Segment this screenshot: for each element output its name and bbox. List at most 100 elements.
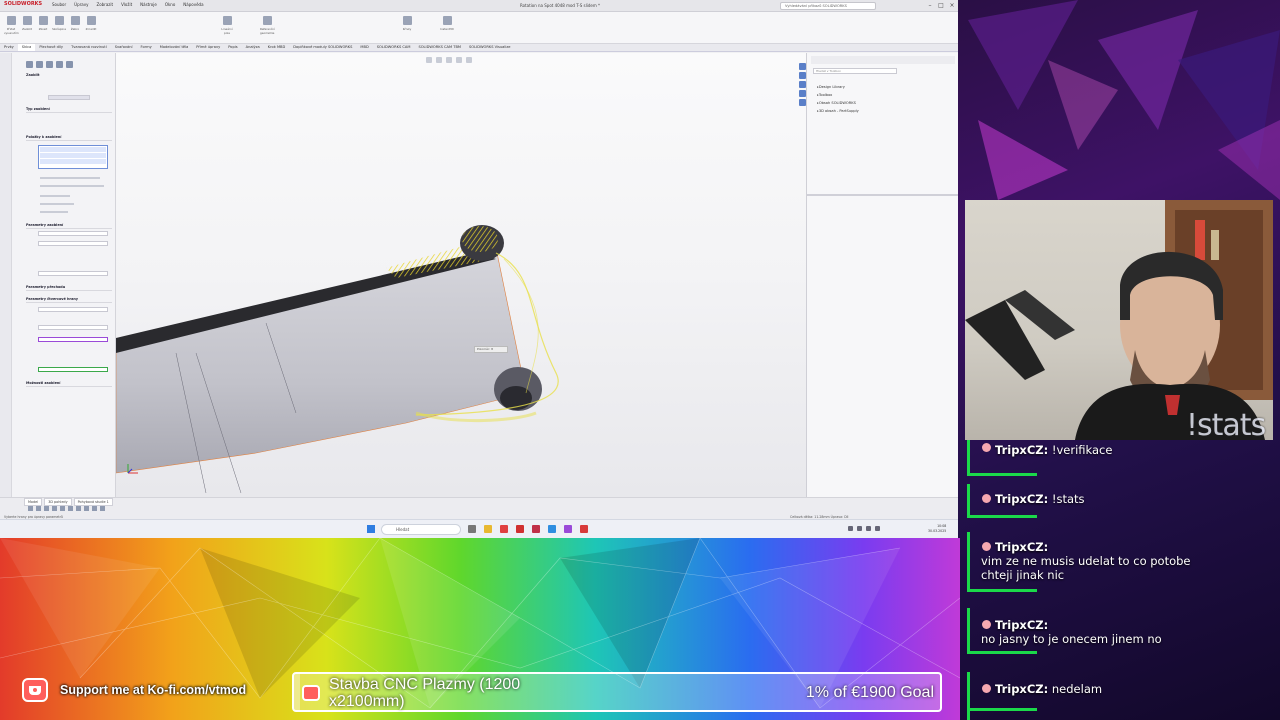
app-icon[interactable] — [532, 525, 540, 533]
tab[interactable]: SOLIDWORKS CAM — [373, 44, 415, 51]
tab[interactable]: Formy — [137, 44, 156, 51]
ribbon-button[interactable]: Křivky — [400, 15, 414, 37]
tool-icon[interactable] — [100, 506, 105, 511]
kofi-banner[interactable]: Support me at Ko-fi.com/vtmod — [22, 678, 246, 702]
menu-item[interactable]: Nápověda — [183, 2, 203, 7]
radius-callout[interactable]: Poloměr: 8 — [474, 346, 508, 353]
tab-3d-views[interactable]: 3D pohledy — [44, 498, 72, 506]
tree-item[interactable]: Toolbox — [817, 91, 859, 99]
file-explorer-icon[interactable] — [484, 525, 492, 533]
menu-item[interactable]: Okno — [165, 2, 175, 7]
property-manager-icon[interactable] — [36, 61, 43, 68]
clock[interactable]: 10:08 30.03.2025 — [928, 524, 946, 534]
tab[interactable]: Svařování — [111, 44, 137, 51]
tab[interactable]: Prvky — [0, 44, 18, 51]
ribbon-button[interactable]: Zaoblit — [20, 15, 34, 37]
tab[interactable]: Skica — [17, 44, 36, 51]
chat-username[interactable]: TripxCZ: — [981, 618, 1277, 632]
tab-model[interactable]: Model — [24, 498, 43, 506]
tool-icon[interactable] — [68, 506, 73, 511]
ribbon-button[interactable]: Přidat vysunutím — [4, 15, 19, 37]
battery-icon[interactable] — [875, 526, 880, 531]
tab[interactable]: SOLIDWORKS CAM TBM — [414, 44, 465, 51]
command-search-input[interactable]: Vyhledávání příkazů SOLIDWORKS — [780, 2, 876, 10]
param-field[interactable] — [38, 271, 108, 276]
section-square-edge[interactable]: Parametry čtvercové hrany — [26, 297, 112, 303]
appearances-icon[interactable] — [799, 90, 806, 97]
chat-username[interactable]: TripxCZ: — [981, 492, 1048, 506]
tab[interactable]: Modelování těla — [156, 44, 193, 51]
menu-item[interactable]: Úpravy — [74, 2, 88, 7]
tool-icon[interactable] — [92, 506, 97, 511]
tab[interactable]: Krok MBD — [264, 44, 290, 51]
network-icon[interactable] — [857, 526, 862, 531]
feature-tree-icon[interactable] — [26, 61, 33, 68]
display-manager-icon[interactable] — [66, 61, 73, 68]
resources-icon[interactable] — [799, 63, 806, 70]
tab[interactable]: Doplňkové moduly SOLIDWORKS — [289, 44, 356, 51]
tree-item[interactable]: Obsah SOLIDWORKS — [817, 99, 859, 107]
section-fillet-params[interactable]: Parametry zaoblení — [26, 223, 112, 229]
menu-item[interactable]: Vložit — [121, 2, 132, 7]
solidworks-icon[interactable] — [516, 525, 524, 533]
file-explorer-icon[interactable] — [799, 81, 806, 88]
browser-icon[interactable] — [548, 525, 556, 533]
tab[interactable]: Tvarovaná rozvinutí — [67, 44, 111, 51]
ribbon-button[interactable]: Lineární pole — [220, 15, 234, 37]
param-field[interactable] — [38, 307, 108, 312]
start-icon[interactable] — [367, 525, 375, 533]
toolbox-search-input[interactable]: Hledat v Toolbox — [813, 68, 897, 74]
tool-icon[interactable] — [60, 506, 65, 511]
close-icon[interactable]: × — [948, 2, 956, 10]
tool-icon[interactable] — [44, 506, 49, 511]
radius-field[interactable] — [38, 231, 108, 236]
ribbon-button[interactable]: Instant3D — [440, 15, 454, 37]
app-icon[interactable] — [580, 525, 588, 533]
chat-username[interactable]: TripxCZ: — [981, 540, 1277, 554]
graphics-area[interactable]: Poloměr: 8 — [116, 53, 806, 497]
param-field[interactable] — [38, 337, 108, 342]
dim-xpert-icon[interactable] — [56, 61, 63, 68]
tool-icon[interactable] — [84, 506, 89, 511]
edge-selection-list[interactable] — [38, 145, 108, 169]
tool-icon[interactable] — [52, 506, 57, 511]
volume-icon[interactable] — [866, 526, 871, 531]
tool-icon[interactable] — [36, 506, 41, 511]
config-manager-icon[interactable] — [46, 61, 53, 68]
param-field[interactable] — [38, 325, 108, 330]
part-model[interactable] — [116, 53, 806, 497]
menu-item[interactable]: Soubor — [52, 2, 66, 7]
tree-item[interactable]: Design Library — [817, 83, 859, 91]
taskbar-search[interactable]: Hledat — [381, 524, 461, 535]
tab[interactable]: Popis — [224, 44, 241, 51]
tool-icon[interactable] — [28, 506, 33, 511]
menu-item[interactable]: Nástroje — [140, 2, 157, 7]
task-view-icon[interactable] — [468, 525, 476, 533]
section-transition[interactable]: Parametry přechodu — [26, 285, 112, 291]
custom-props-icon[interactable] — [799, 99, 806, 106]
section-fillet-type[interactable]: Typ zaoblení — [26, 107, 112, 113]
tab[interactable]: Analýza — [242, 44, 264, 51]
chat-username[interactable]: TripxCZ: — [981, 682, 1048, 696]
chevron-up-icon[interactable] — [848, 526, 853, 531]
section-items[interactable]: Položky k zaoblení — [26, 135, 112, 141]
tab-motion-study[interactable]: Pohybová studie 1 — [73, 498, 113, 506]
design-library-icon[interactable] — [799, 72, 806, 79]
manual-toggle[interactable] — [48, 95, 90, 100]
tab[interactable]: MBD — [356, 44, 372, 51]
ribbon-button[interactable]: Referenční geometrie — [260, 15, 275, 37]
app-icon[interactable] — [564, 525, 572, 533]
ribbon-button[interactable]: Žebro — [68, 15, 82, 37]
menu-item[interactable]: Zobrazit — [96, 2, 113, 7]
ribbon-button[interactable]: Zkosit — [36, 15, 50, 37]
tab[interactable]: Přímé úpravy — [192, 44, 224, 51]
minimize-icon[interactable]: – — [926, 2, 934, 10]
app-icon[interactable] — [500, 525, 508, 533]
tab[interactable]: Plechové díly — [35, 44, 67, 51]
ribbon-button[interactable]: Skořepina — [52, 15, 66, 37]
tab[interactable]: SOLIDWORKS Visualize — [465, 44, 514, 51]
ribbon-button[interactable]: Zrcadlit — [84, 15, 98, 37]
tree-item[interactable]: 3D obsah - PartSupply — [817, 107, 859, 115]
chat-username[interactable]: TripxCZ: — [981, 443, 1048, 457]
section-options[interactable]: Možnosti zaoblení — [26, 381, 112, 387]
